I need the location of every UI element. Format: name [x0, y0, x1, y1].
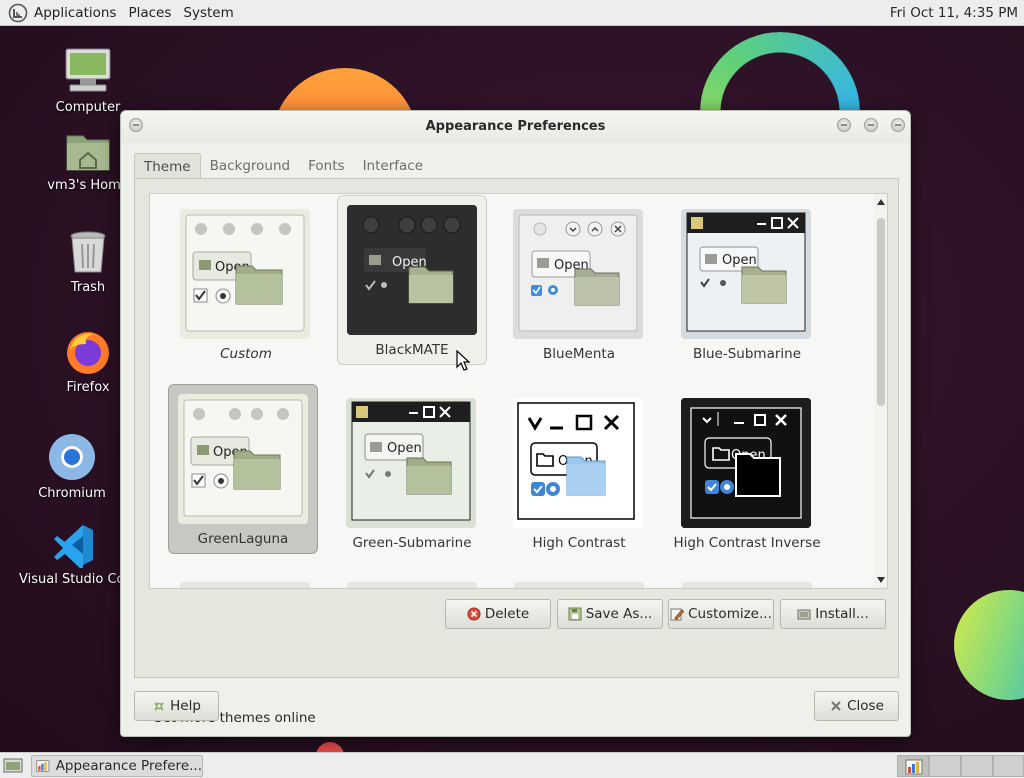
desktop-icon-label: Visual Studio Code — [19, 572, 129, 587]
chromium-icon — [49, 434, 95, 480]
mouse-cursor-icon — [456, 350, 470, 371]
workspace-1[interactable] — [897, 755, 929, 777]
theme-preview-green-submarine: Open — [346, 398, 476, 528]
wallpaper-green-shape — [954, 590, 1024, 700]
theme-name: High Contrast Inverse — [673, 535, 821, 551]
theme-item-custom[interactable]: Open Custom — [171, 200, 321, 370]
scroll-up-icon[interactable] — [877, 199, 885, 205]
computer-icon — [65, 48, 111, 92]
workspace-4[interactable] — [993, 755, 1024, 777]
appearance-app-icon — [36, 760, 50, 772]
theme-preview-blue-submarine: Open — [681, 209, 811, 339]
theme-name: Green-Submarine — [352, 535, 472, 551]
close-label: Close — [847, 698, 884, 714]
close-icon — [831, 701, 841, 711]
theme-name: BlueMenta — [543, 346, 615, 362]
tab-bar: Theme Background Fonts Interface — [134, 153, 432, 179]
desktop-icon-chromium[interactable]: Chromium — [17, 432, 127, 501]
desktop-icon-vscode[interactable]: Visual Studio Code — [19, 522, 129, 587]
taskbar-window-label: Appearance Prefere... — [55, 758, 202, 774]
svg-text:Open: Open — [722, 253, 757, 268]
install-button[interactable]: Install... — [780, 599, 886, 629]
theme-item-blue-submarine[interactable]: Open Blue-Submarine — [672, 200, 822, 370]
install-icon — [797, 609, 811, 620]
theme-name: GreenLaguna — [197, 531, 289, 547]
places-menu[interactable]: Places — [122, 5, 177, 21]
theme-preview-custom: Open — [180, 209, 310, 339]
theme-item-greenlaguna[interactable]: Open GreenLaguna — [168, 384, 318, 554]
save-as-label: Save As... — [585, 606, 653, 622]
desktop-icon-label: Chromium — [38, 486, 106, 501]
theme-item-partial — [514, 582, 644, 588]
theme-preview-bluementa: Open — [513, 209, 643, 339]
window-titlebar[interactable]: Appearance Preferences — [121, 111, 910, 143]
taskbar-window-button[interactable]: Appearance Prefere... — [31, 755, 203, 777]
appearance-preferences-window: Appearance Preferences Theme Background … — [120, 110, 911, 737]
theme-preview-high-contrast-inverse: Open — [681, 398, 811, 528]
window-title: Appearance Preferences — [425, 119, 606, 134]
theme-item-bluementa[interactable]: Open BlueMenta — [504, 200, 654, 370]
mate-logo-icon[interactable] — [8, 3, 28, 23]
theme-item-high-contrast[interactable]: Open High Contrast — [504, 389, 654, 559]
theme-name: Blue-Submarine — [692, 346, 802, 362]
applications-menu[interactable]: Applications — [28, 5, 122, 21]
close-window-button[interactable] — [891, 118, 905, 132]
trash-icon — [70, 231, 106, 273]
workspace-2[interactable] — [929, 755, 961, 777]
minimize-button[interactable] — [837, 118, 851, 132]
save-icon — [568, 607, 582, 621]
theme-item-partial — [682, 582, 812, 588]
theme-preview-high-contrast: Open — [513, 398, 643, 528]
wallpaper-red-shape — [316, 742, 344, 752]
vscode-icon — [54, 525, 93, 568]
bottom-taskbar: Appearance Prefere... — [0, 752, 1024, 778]
install-label: Install... — [815, 606, 869, 622]
theme-name: Custom — [220, 346, 272, 362]
help-button[interactable]: Help — [134, 691, 219, 721]
tab-fonts[interactable]: Fonts — [299, 153, 353, 179]
scroll-down-icon[interactable] — [877, 577, 885, 583]
workspace-app-icon — [905, 759, 923, 775]
desktop-icon-computer[interactable]: Computer — [33, 46, 143, 115]
customize-label: Customize... — [688, 606, 772, 622]
scroll-thumb[interactable] — [877, 218, 885, 406]
svg-text:Open: Open — [387, 441, 422, 456]
customize-button[interactable]: Customize... — [668, 599, 774, 629]
top-panel: Applications Places System Fri Oct 11, 4… — [0, 0, 1024, 26]
home-folder-icon — [66, 135, 110, 171]
tab-interface[interactable]: Interface — [354, 153, 432, 179]
help-icon — [154, 702, 164, 711]
tab-background[interactable]: Background — [201, 153, 300, 179]
show-desktop-icon[interactable] — [3, 757, 23, 775]
clock[interactable]: Fri Oct 11, 4:35 PM — [890, 5, 1018, 21]
system-menu[interactable]: System — [177, 5, 239, 21]
workspace-3[interactable] — [961, 755, 993, 777]
theme-item-blackmate[interactable]: Open BlackMATE — [337, 195, 487, 365]
theme-name: High Contrast — [532, 535, 626, 551]
theme-item-partial — [347, 582, 477, 588]
maximize-button[interactable] — [864, 118, 878, 132]
delete-icon — [467, 607, 481, 621]
tab-theme[interactable]: Theme — [134, 153, 201, 179]
theme-tab-panel: Open Custom Open BlackMATE Open BlueMent… — [134, 178, 899, 726]
theme-item-green-submarine[interactable]: Open Green-Submarine — [337, 389, 487, 559]
customize-icon — [670, 608, 685, 621]
help-label: Help — [170, 698, 201, 714]
delete-button[interactable]: Delete — [445, 599, 551, 629]
theme-list-scrollbar[interactable] — [874, 193, 888, 589]
theme-preview-greenlaguna: Open — [178, 394, 308, 524]
delete-label: Delete — [484, 606, 530, 622]
close-button[interactable]: Close — [814, 691, 899, 721]
theme-item-partial — [180, 582, 310, 588]
theme-item-high-contrast-inverse[interactable]: Open High Contrast Inverse — [672, 389, 822, 559]
theme-preview-blackmate: Open — [347, 205, 477, 335]
theme-list: Open Custom Open BlackMATE Open BlueMent… — [149, 193, 875, 589]
firefox-icon — [67, 332, 109, 374]
save-as-button[interactable]: Save As... — [557, 599, 663, 629]
